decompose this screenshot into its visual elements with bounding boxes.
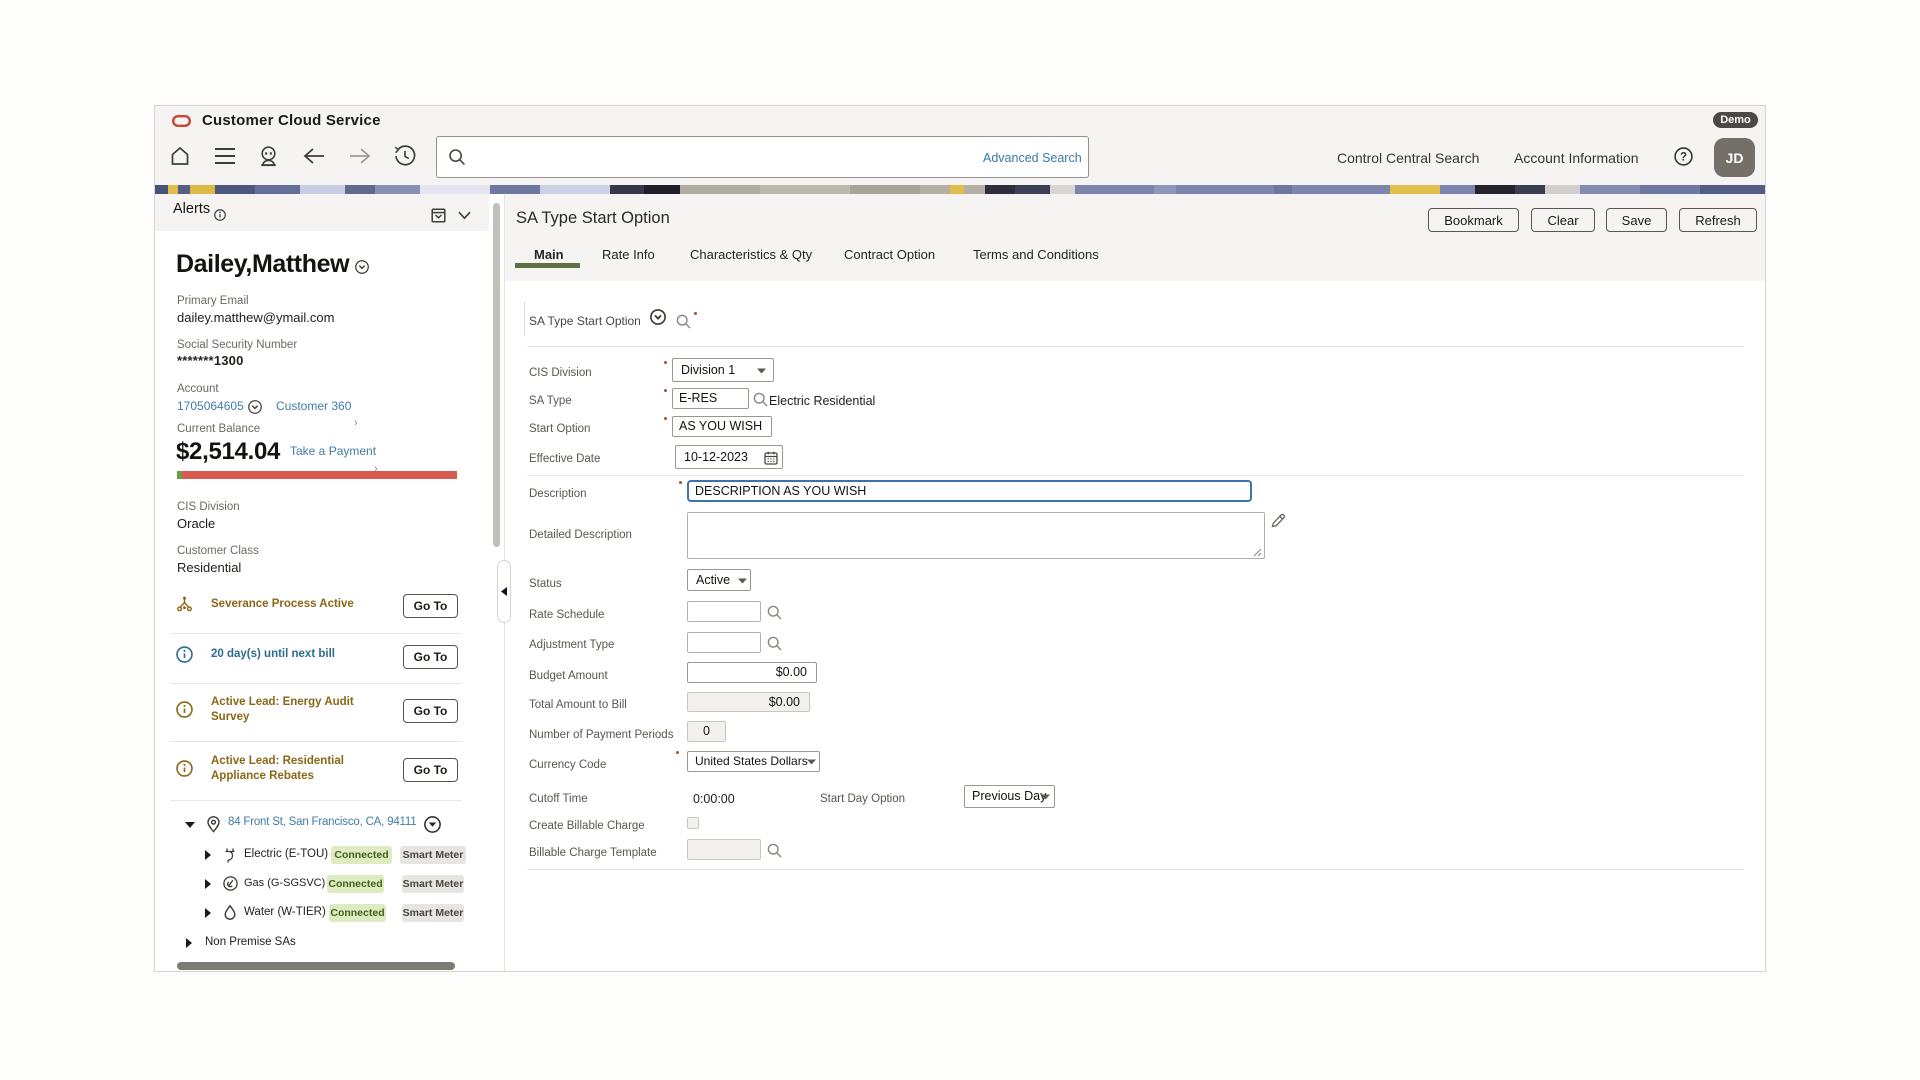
svg-text:?: ? (1680, 152, 1687, 164)
